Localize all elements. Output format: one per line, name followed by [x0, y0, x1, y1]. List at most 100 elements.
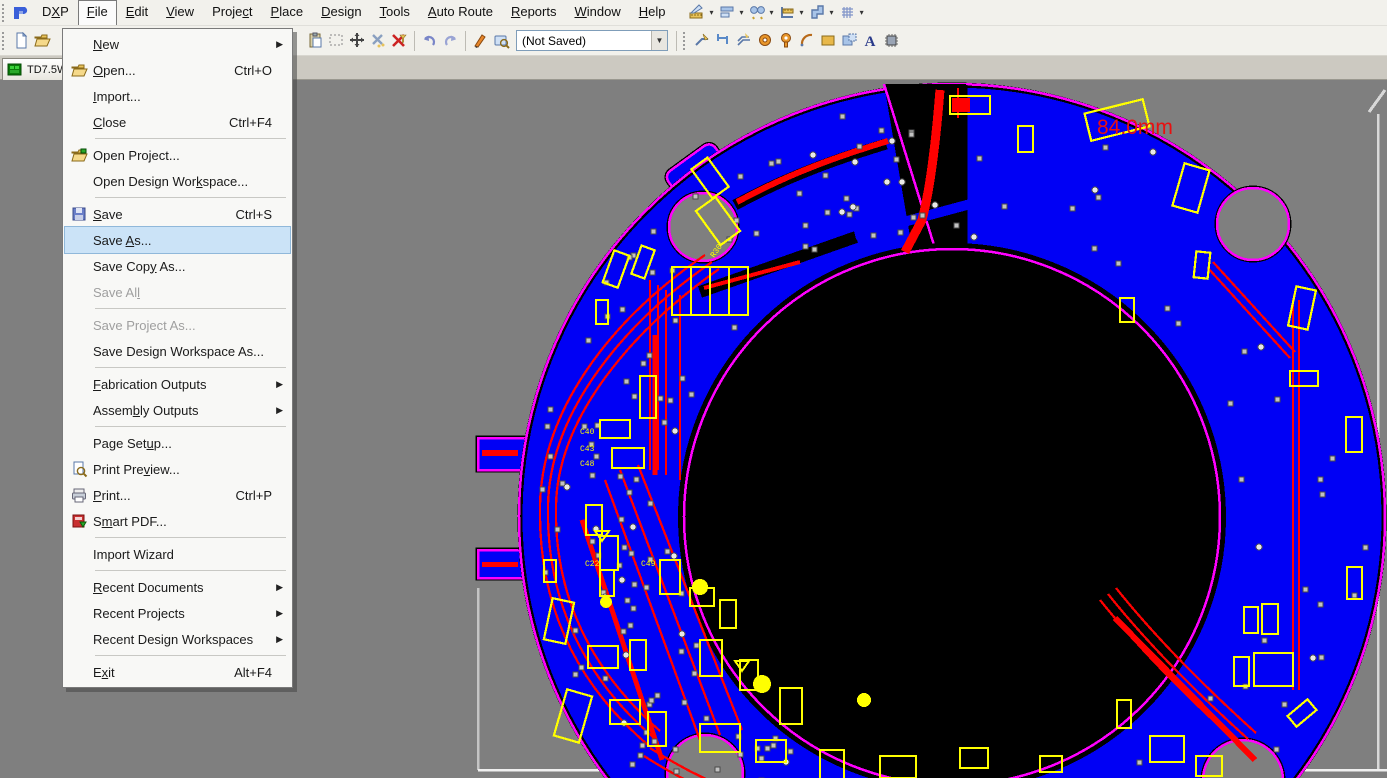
menu-help[interactable]: Help	[630, 0, 675, 25]
menu-item-label: Save Copy As...	[93, 259, 290, 274]
menu-view[interactable]: View	[157, 0, 203, 25]
dimension-dropdown-icon[interactable]: ▾	[800, 8, 804, 17]
interactive-route-icon[interactable]	[692, 31, 713, 50]
file-menu-item-exit[interactable]: ExitAlt+F4	[65, 659, 290, 685]
menu-edit[interactable]: Edit	[117, 0, 157, 25]
menu-item-label: Import...	[93, 89, 290, 104]
align-icon[interactable]	[717, 3, 738, 22]
file-menu-item-assembly-outputs[interactable]: Assembly Outputs▶	[65, 397, 290, 423]
via-icon[interactable]	[776, 31, 797, 50]
menu-item-shortcut: Alt+F4	[234, 665, 290, 680]
file-menu-item-smart-pdf[interactable]: Smart PDF...	[65, 508, 290, 534]
menu-item-label: Open...	[93, 63, 234, 78]
menu-item-label: Import Wizard	[93, 547, 290, 562]
menu-item-label: Assembly Outputs	[93, 403, 290, 418]
browse-icon[interactable]	[491, 31, 512, 50]
file-menu-item-import-wizard[interactable]: Import Wizard	[65, 541, 290, 567]
menu-tools[interactable]: Tools	[371, 0, 419, 25]
move-icon[interactable]	[347, 31, 368, 50]
new-doc-icon[interactable]	[11, 31, 32, 50]
file-menu-item-print-preview[interactable]: Print Preview...	[65, 456, 290, 482]
menu-window[interactable]: Window	[565, 0, 629, 25]
grid-dropdown-icon[interactable]: ▾	[860, 8, 864, 17]
clear-filter-icon[interactable]	[389, 31, 410, 50]
menu-dxp[interactable]: DXP	[33, 0, 78, 25]
file-menu-item-page-setup[interactable]: Page Setup...	[65, 430, 290, 456]
arc-icon[interactable]	[797, 31, 818, 50]
menu-auto-route[interactable]: Auto Route	[419, 0, 502, 25]
menu-separator	[95, 138, 286, 139]
pad-icon[interactable]	[755, 31, 776, 50]
svg-text:A: A	[865, 34, 876, 49]
toolbar-grip-3[interactable]	[683, 32, 689, 50]
menu-reports[interactable]: Reports	[502, 0, 566, 25]
file-menu-item-new[interactable]: New▶	[65, 31, 290, 57]
file-menu-panel: New▶Open...Ctrl+O Import... CloseCtrl+F4 Op…	[62, 28, 293, 688]
menu-bar: DXPFileEditViewProjectPlaceDesignToolsAu…	[0, 0, 1387, 26]
snap-grid-combobox[interactable]: (Not Saved) ▼	[516, 30, 668, 51]
file-menu-item-recent-projects[interactable]: Recent Projects▶	[65, 600, 290, 626]
file-menu-item-open-design-workspace[interactable]: Open Design Workspace...	[65, 168, 290, 194]
file-menu-item-save-design-workspace-as[interactable]: Save Design Workspace As...	[65, 338, 290, 364]
deselect-icon[interactable]	[368, 31, 389, 50]
file-menu-item-import[interactable]: Import...	[65, 83, 290, 109]
menu-design[interactable]: Design	[312, 0, 370, 25]
menu-separator	[95, 426, 286, 427]
toolbar-grip-2[interactable]	[2, 32, 8, 50]
component-icon[interactable]	[881, 31, 902, 50]
file-menu-item-save[interactable]: SaveCtrl+S	[65, 201, 290, 227]
grid-icon[interactable]	[837, 3, 858, 22]
svg-text:C40: C40	[580, 428, 595, 437]
highlight-pen-icon[interactable]	[470, 31, 491, 50]
find-similar-dropdown-icon[interactable]: ▾	[770, 8, 774, 17]
menu-item-label: Save Project As...	[93, 318, 290, 333]
file-menu-item-recent-design-workspaces[interactable]: Recent Design Workspaces▶	[65, 626, 290, 652]
toolbar-separator	[465, 31, 466, 51]
menu-item-label: Print...	[93, 488, 236, 503]
file-menu-item-save-all[interactable]: Save All	[65, 279, 290, 305]
menu-file[interactable]: File	[78, 0, 117, 25]
pcb-doc-icon	[7, 63, 23, 77]
room-icon[interactable]	[807, 3, 828, 22]
redo-icon[interactable]	[440, 31, 461, 50]
undo-icon[interactable]	[419, 31, 440, 50]
file-menu-item-open-project[interactable]: Open Project...	[65, 142, 290, 168]
dimension-icon[interactable]	[777, 3, 798, 22]
file-menu-item-open[interactable]: Open...Ctrl+O	[65, 57, 290, 83]
paste-icon[interactable]	[305, 31, 326, 50]
toolbar-edit-icons	[305, 31, 512, 51]
find-similar-icon[interactable]	[747, 3, 768, 22]
array-icon[interactable]	[839, 31, 860, 50]
file-menu-item-print[interactable]: Print...Ctrl+P	[65, 482, 290, 508]
file-menu-item-save-as[interactable]: Save As...	[65, 227, 290, 253]
menu-item-label: Exit	[93, 665, 234, 680]
file-menu-item-recent-documents[interactable]: Recent Documents▶	[65, 574, 290, 600]
menu-separator	[95, 308, 286, 309]
submenu-arrow-icon: ▶	[276, 582, 283, 593]
align-dropdown-icon[interactable]: ▾	[740, 8, 744, 17]
combobox-value: (Not Saved)	[517, 34, 651, 48]
string-icon[interactable]: A	[860, 31, 881, 50]
diff-pair-icon[interactable]	[734, 31, 755, 50]
utilities-icon[interactable]	[686, 3, 707, 22]
utilities-dropdown-icon[interactable]: ▾	[709, 8, 713, 17]
file-menu-item-close[interactable]: CloseCtrl+F4	[65, 109, 290, 135]
file-menu-item-save-project-as[interactable]: Save Project As...	[65, 312, 290, 338]
fill-icon[interactable]	[818, 31, 839, 50]
menu-separator	[95, 197, 286, 198]
menu-place[interactable]: Place	[262, 0, 313, 25]
open-icon[interactable]	[32, 31, 53, 50]
printer-icon	[65, 487, 93, 504]
toolbar-grip[interactable]	[2, 4, 8, 22]
multi-route-icon[interactable]	[713, 31, 734, 50]
menu-item-label: Fabrication Outputs	[93, 377, 290, 392]
svg-text:C49: C49	[641, 560, 656, 569]
menu-project[interactable]: Project	[203, 0, 261, 25]
file-menu-item-fabrication-outputs[interactable]: Fabrication Outputs▶	[65, 371, 290, 397]
marquee-icon[interactable]	[326, 31, 347, 50]
menu-separator	[95, 367, 286, 368]
room-dropdown-icon[interactable]: ▾	[830, 8, 834, 17]
file-menu-item-save-copy-as[interactable]: Save Copy As...	[65, 253, 290, 279]
menu-item-label: Save Design Workspace As...	[93, 344, 290, 359]
combobox-dropdown-icon[interactable]: ▼	[651, 31, 667, 50]
